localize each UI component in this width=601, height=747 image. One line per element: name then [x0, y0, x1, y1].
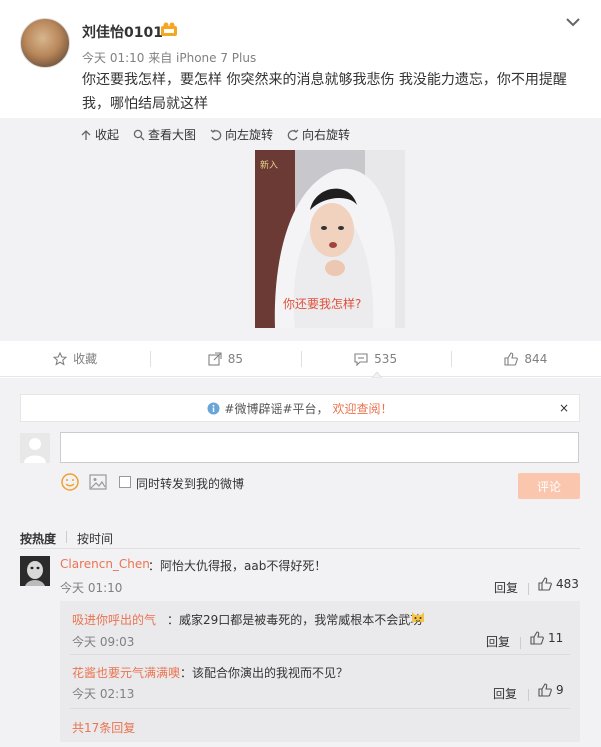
reply-text: ：威家29口都是被毒死的，我常威根本不会武功	[167, 613, 423, 627]
reply-divider	[70, 654, 570, 655]
forward-icon	[208, 351, 222, 366]
reply-like-count: 9	[556, 683, 564, 697]
view-large-button[interactable]: 查看大图	[133, 126, 196, 143]
like-count: 844	[524, 351, 548, 366]
post-image[interactable]: 新入 你还要我怎样?	[255, 150, 405, 328]
cat-emoji-icon	[412, 612, 424, 622]
collapse-icon	[81, 129, 91, 140]
forward-count: 85	[227, 351, 244, 366]
reply-action-divider	[528, 689, 529, 701]
magnifier-icon	[133, 129, 145, 140]
notice-text: #微博辟谣#平台，	[224, 401, 329, 416]
collapse-button[interactable]: 收起	[80, 126, 119, 143]
view-large-label: 查看大图	[148, 128, 197, 142]
thumbs-up-icon	[538, 683, 552, 697]
comment-username[interactable]: Clarencn_Chen	[60, 557, 150, 571]
comment-input[interactable]	[60, 432, 579, 463]
like-button[interactable]: 844	[450, 341, 601, 376]
avatar[interactable]	[20, 18, 70, 68]
post-actions-bar: 收藏 85 535 844	[0, 341, 601, 377]
submit-comment-button[interactable]: 评论	[518, 473, 580, 499]
thumbs-up-icon	[504, 351, 519, 366]
favorite-label: 收藏	[73, 352, 98, 366]
info-icon	[207, 402, 220, 414]
sort-divider	[66, 531, 67, 543]
reply-like-button[interactable]: 9	[538, 683, 564, 697]
reply-time: 今天 02:13	[72, 687, 135, 701]
forward-checkbox[interactable]	[119, 476, 131, 488]
notice-link[interactable]: 欢迎查阅！	[333, 400, 393, 417]
more-replies-link[interactable]: 共17条回复	[72, 719, 135, 736]
collapse-label: 收起	[95, 128, 120, 142]
rumor-notice[interactable]: #微博辟谣#平台， 欢迎查阅！ ×	[20, 394, 580, 422]
comment-text: ：阿怡大仇得报，aab不得好死！	[148, 559, 327, 573]
image-watermark-text: 新入	[260, 159, 278, 171]
forward-checkbox-label: 同时转发到我的微博	[136, 477, 245, 491]
sort-divider-line	[20, 548, 580, 549]
comment-reply-button[interactable]: 回复	[494, 579, 518, 596]
rotate-right-label: 向右旋转	[302, 128, 351, 142]
comment-avatar[interactable]	[20, 556, 50, 586]
comment-like-button[interactable]: 483	[538, 577, 579, 591]
post-username[interactable]: 刘佳怡0101	[82, 22, 163, 42]
reply-like-count: 11	[548, 631, 564, 645]
forward-button[interactable]: 85	[150, 341, 300, 376]
reply-like-button[interactable]: 11	[530, 631, 563, 645]
thumbs-up-icon	[538, 577, 552, 591]
sort-by-time-tab[interactable]: 按时间	[77, 530, 113, 547]
image-upload-icon[interactable]	[89, 474, 107, 490]
replies-box: 吸进你呼出的气 ：威家29口都是被毒死的，我常威根本不会武功 今天 09:03 …	[60, 601, 580, 742]
reply-username[interactable]: 花酱也要元气满满噢	[72, 664, 180, 681]
reply-action-divider	[520, 637, 521, 649]
reply-username[interactable]: 吸进你呼出的气	[72, 611, 156, 628]
rotate-right-button[interactable]: 向右旋转	[287, 126, 350, 143]
reply-text: ：该配合你演出的我视而不见？	[180, 666, 349, 680]
image-caption: 你还要我怎样?	[283, 296, 361, 311]
reply-divider	[70, 708, 570, 709]
vip-badge-icon	[161, 22, 177, 36]
post-meta: 今天 01:10 来自 iPhone 7 Plus	[82, 51, 257, 65]
close-icon[interactable]: ×	[559, 401, 569, 415]
my-avatar	[20, 433, 50, 463]
thumbs-up-icon	[530, 631, 544, 645]
rotate-left-icon	[210, 129, 222, 140]
comments-caret-icon	[372, 372, 382, 378]
comment-count: 535	[374, 351, 398, 366]
comment-time: 今天 01:10	[60, 581, 123, 595]
media-area: 收起 查看大图 向左旋转 向右旋转 新入 你还要我怎样?	[0, 118, 601, 341]
comment-action-divider	[528, 583, 529, 595]
comment-icon	[354, 352, 368, 366]
reply-reply-button[interactable]: 回复	[486, 633, 510, 650]
rotate-left-label: 向左旋转	[225, 128, 274, 142]
chevron-down-icon[interactable]	[564, 15, 582, 29]
rotate-left-button[interactable]: 向左旋转	[210, 126, 273, 143]
reply-time: 今天 09:03	[72, 635, 135, 649]
comment-button[interactable]: 535	[300, 341, 451, 376]
media-toolbar: 收起 查看大图 向左旋转 向右旋转	[80, 126, 350, 143]
emoji-icon[interactable]	[61, 473, 79, 491]
star-icon	[53, 351, 68, 366]
sort-by-hot-tab[interactable]: 按热度	[20, 530, 56, 547]
rotate-right-icon	[287, 129, 299, 140]
post-text: 你还要我怎样，要怎样 你突然来的消息就够我悲伤 我没能力遗忘，你不用提醒我，哪怕…	[82, 72, 567, 112]
comment-like-count: 483	[556, 577, 579, 591]
reply-reply-button[interactable]: 回复	[493, 685, 517, 702]
favorite-button[interactable]: 收藏	[0, 341, 150, 376]
